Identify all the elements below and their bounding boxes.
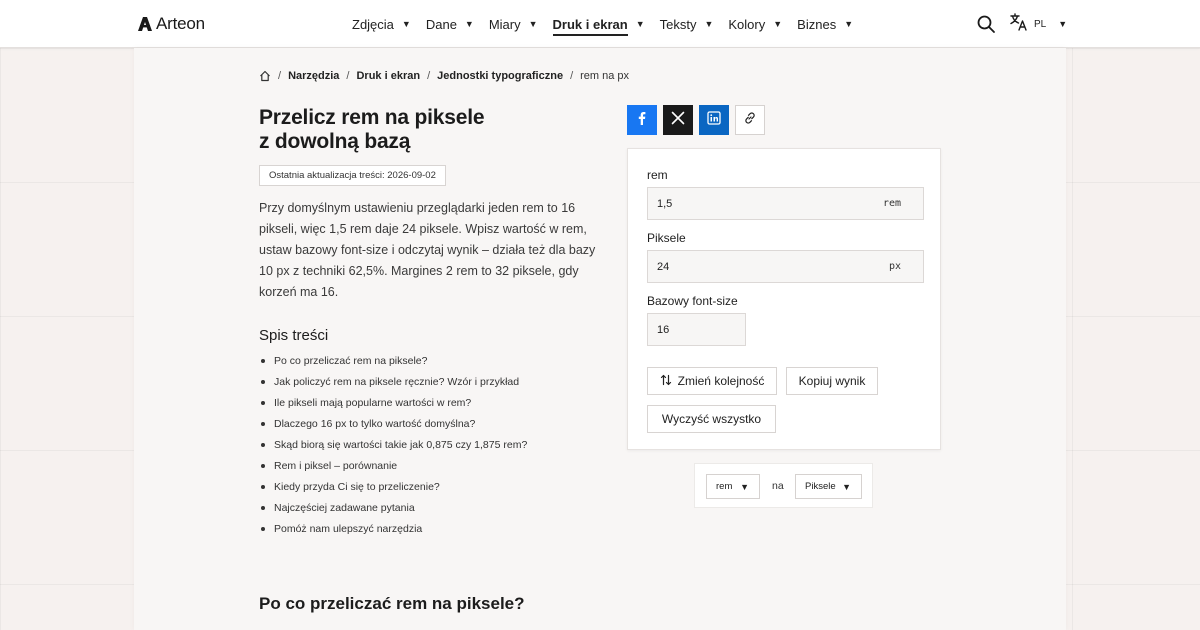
rem-unit: rem bbox=[882, 198, 901, 209]
translate-icon bbox=[1010, 12, 1028, 36]
chevron-down-icon: ▼ bbox=[842, 481, 851, 492]
share-linkedin-button[interactable] bbox=[699, 105, 729, 135]
to-unit-value: Piksele bbox=[805, 481, 836, 492]
from-unit-select[interactable]: rem ▼ bbox=[706, 474, 760, 499]
share-x-button[interactable] bbox=[663, 105, 693, 135]
nav-item-label: Kolory bbox=[728, 16, 766, 32]
nav-item-label: Teksty bbox=[659, 16, 697, 32]
copy-result-button[interactable]: Kopiuj wynik bbox=[786, 367, 878, 395]
base-font-size-input[interactable]: 16 bbox=[647, 313, 746, 346]
breadcrumb-separator: / bbox=[570, 70, 574, 82]
logo-text: Arteon bbox=[156, 14, 205, 33]
nav-item-zdjecia[interactable]: Zdjęcia ▼ bbox=[352, 0, 411, 48]
breadcrumb-item-narzedzia[interactable]: Narzędzia bbox=[288, 70, 339, 82]
nav-item-label: Biznes bbox=[797, 16, 837, 32]
px-input-value: 24 bbox=[657, 260, 670, 273]
unit-connector: na bbox=[772, 480, 784, 492]
nav-item-miary[interactable]: Miary ▼ bbox=[489, 0, 538, 48]
logo[interactable]: Arteon bbox=[137, 14, 205, 34]
nav-item-teksty[interactable]: Teksty ▼ bbox=[660, 0, 714, 48]
toc-item[interactable]: Rem i piksel – porównanie bbox=[259, 457, 589, 478]
breadcrumb-current: rem na px bbox=[580, 70, 630, 82]
share-buttons bbox=[627, 105, 765, 135]
nav-item-label: Druk i ekran bbox=[552, 17, 628, 36]
logo-icon bbox=[137, 16, 153, 32]
breadcrumb-separator: / bbox=[346, 70, 350, 82]
px-label: Piksele bbox=[647, 231, 686, 245]
nav-item-kolory[interactable]: Kolory ▼ bbox=[728, 0, 782, 48]
language-code: PL bbox=[1034, 18, 1047, 30]
unit-selector-bar: rem ▼ na Piksele ▼ bbox=[694, 463, 873, 508]
toc-item[interactable]: Kiedy przyda Ci się to przeliczenie? bbox=[259, 478, 589, 499]
clear-all-button[interactable]: Wyczyść wszystko bbox=[647, 405, 776, 433]
nav-item-dane[interactable]: Dane ▼ bbox=[426, 0, 474, 48]
toc-heading: Spis treści bbox=[259, 327, 329, 344]
chevron-down-icon: ▼ bbox=[740, 481, 749, 492]
chevron-down-icon: ▼ bbox=[528, 19, 538, 29]
link-icon bbox=[743, 111, 757, 130]
toc-item[interactable]: Po co przeliczać rem na piksele? bbox=[259, 352, 589, 373]
rem-input[interactable]: 1,5 rem bbox=[647, 187, 924, 220]
table-of-contents: Po co przeliczać rem na piksele? Jak pol… bbox=[259, 352, 589, 541]
nav-item-druk-i-ekran[interactable]: Druk i ekran ▼ bbox=[552, 0, 645, 48]
base-font-size-label: Bazowy font-size bbox=[647, 294, 738, 308]
linkedin-icon bbox=[707, 110, 721, 130]
language-switcher[interactable]: PL ▼ bbox=[1010, 12, 1068, 36]
toc-item[interactable]: Najczęściej zadawane pytania bbox=[259, 499, 589, 520]
nav-item-biznes[interactable]: Biznes ▼ bbox=[797, 0, 853, 48]
section-heading: Po co przeliczać rem na piksele? bbox=[259, 594, 525, 613]
base-font-size-value: 16 bbox=[657, 323, 670, 336]
copy-link-button[interactable] bbox=[735, 105, 765, 135]
last-updated-badge: Ostatnia aktualizacja treści: 2026-09-02 bbox=[259, 165, 446, 186]
to-unit-select[interactable]: Piksele ▼ bbox=[795, 474, 862, 499]
page-title: Przelicz rem na piksele z dowolną bazą bbox=[259, 106, 579, 154]
chevron-down-icon: ▼ bbox=[844, 19, 854, 29]
nav-item-label: Zdjęcia bbox=[352, 16, 394, 32]
search-icon[interactable] bbox=[976, 14, 996, 34]
toc-item[interactable]: Pomóż nam ulepszyć narzędzia bbox=[259, 520, 589, 541]
toc-item[interactable]: Jak policzyć rem na piksele ręcznie? Wzó… bbox=[259, 373, 589, 394]
x-icon bbox=[671, 111, 685, 130]
chevron-down-icon: ▼ bbox=[635, 19, 645, 29]
home-icon[interactable] bbox=[259, 70, 271, 82]
chevron-down-icon: ▼ bbox=[704, 19, 714, 29]
swap-button[interactable]: Zmień kolejność bbox=[647, 367, 777, 395]
main-nav: Zdjęcia ▼ Dane ▼ Miary ▼ Druk i ekran ▼ … bbox=[352, 0, 868, 48]
chevron-down-icon: ▼ bbox=[1058, 19, 1068, 29]
toc-item[interactable]: Skąd biorą się wartości takie jak 0,875 … bbox=[259, 436, 589, 457]
toc-item[interactable]: Ile pikseli mają popularne wartości w re… bbox=[259, 394, 589, 415]
page-title-line2: z dowolną bazą bbox=[259, 130, 411, 153]
intro-paragraph: Przy domyślnym ustawieniu przeglądarki j… bbox=[259, 201, 596, 299]
top-navbar: Arteon Zdjęcia ▼ Dane ▼ Miary ▼ Druk i e… bbox=[0, 0, 1200, 48]
swap-icon bbox=[660, 374, 672, 389]
copy-result-label: Kopiuj wynik bbox=[798, 374, 866, 388]
chevron-down-icon: ▼ bbox=[773, 19, 783, 29]
breadcrumb-item-jednostki[interactable]: Jednostki typograficzne bbox=[437, 70, 563, 82]
nav-item-label: Miary bbox=[488, 16, 521, 32]
from-unit-value: rem bbox=[716, 481, 733, 492]
breadcrumb: / Narzędzia / Druk i ekran / Jednostki t… bbox=[259, 68, 629, 84]
facebook-icon bbox=[635, 111, 649, 130]
swap-button-label: Zmień kolejność bbox=[677, 374, 765, 388]
chevron-down-icon: ▼ bbox=[464, 19, 474, 29]
nav-item-label: Dane bbox=[425, 16, 457, 32]
page-title-line1: Przelicz rem na piksele bbox=[259, 106, 485, 129]
px-input[interactable]: 24 px bbox=[647, 250, 924, 283]
converter-card: rem 1,5 rem Piksele 24 px Bazowy font-si… bbox=[627, 148, 941, 450]
px-unit: px bbox=[888, 261, 901, 272]
breadcrumb-separator: / bbox=[427, 70, 431, 82]
chevron-down-icon: ▼ bbox=[401, 19, 411, 29]
breadcrumb-item-druk-i-ekran[interactable]: Druk i ekran bbox=[356, 70, 420, 82]
clear-all-label: Wyczyść wszystko bbox=[661, 412, 762, 426]
share-facebook-button[interactable] bbox=[627, 105, 657, 135]
rem-input-value: 1,5 bbox=[657, 197, 673, 210]
rem-label: rem bbox=[647, 168, 668, 182]
breadcrumb-separator: / bbox=[278, 70, 282, 82]
toc-item[interactable]: Dlaczego 16 px to tylko wartość domyślna… bbox=[259, 415, 589, 436]
